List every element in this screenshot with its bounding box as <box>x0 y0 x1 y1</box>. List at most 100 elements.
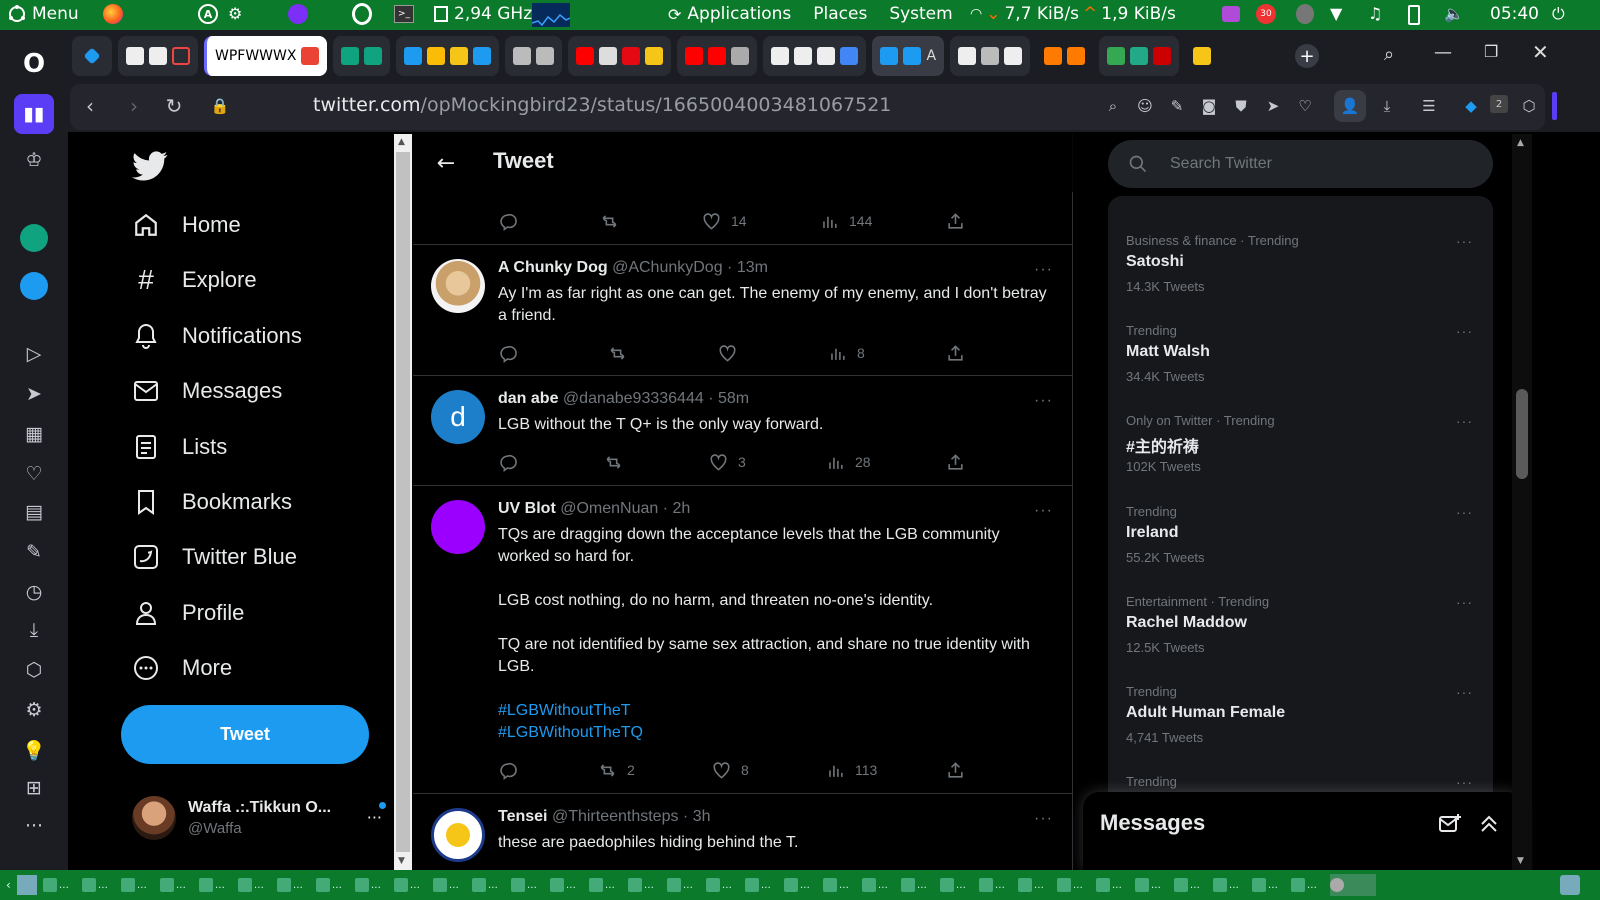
taskbar-window[interactable]: … <box>1134 874 1171 896</box>
shield-icon[interactable]: ⛊ <box>1230 95 1252 117</box>
taskbar-window[interactable]: … <box>588 874 625 896</box>
taskbar-window[interactable]: … <box>783 874 820 896</box>
nav-twitter-blue[interactable]: Twitter Blue <box>132 537 297 577</box>
views-button[interactable]: 144 <box>820 209 872 233</box>
trend-item[interactable]: Entertainment · Trending Rachel Maddow 1… <box>1108 582 1493 672</box>
tweet-author-name[interactable]: Tensei <box>498 808 548 825</box>
like-button[interactable]: 8 <box>712 758 749 782</box>
send-icon[interactable]: ➤ <box>18 378 50 410</box>
settings-icon[interactable]: ⚙ <box>18 694 50 726</box>
player-icon[interactable]: ▷ <box>18 338 50 370</box>
trend-more-icon[interactable]: ··· <box>1456 594 1473 610</box>
page-scrollbar[interactable]: ▲ ▼ <box>1512 134 1532 870</box>
volume-icon[interactable]: 🔈 <box>1444 4 1464 23</box>
menu-button[interactable]: Menu <box>8 4 79 24</box>
taskbar-window[interactable]: … <box>627 874 664 896</box>
taskbar-window[interactable]: … <box>666 874 703 896</box>
trend-more-icon[interactable]: ··· <box>1456 504 1473 520</box>
extensions-badge-icon[interactable]: 2 <box>1490 95 1508 113</box>
download-sidebar-icon[interactable]: ⤓ <box>18 614 50 646</box>
taskbar-window[interactable]: … <box>42 874 79 896</box>
forward-icon[interactable]: › <box>120 92 148 120</box>
send-page-icon[interactable]: ➤ <box>1262 95 1284 117</box>
tweet-time[interactable]: 13m <box>737 259 768 276</box>
retweet-button[interactable] <box>600 209 619 233</box>
trend-more-icon[interactable]: ··· <box>1456 323 1473 339</box>
tweet-author-handle[interactable]: @OmenNuan <box>560 500 658 517</box>
scroll-up-icon[interactable]: ▲ <box>398 137 405 147</box>
wallet-diamond-icon[interactable]: ◆ <box>1460 95 1482 117</box>
hashtag-link[interactable]: #LGBWithoutTheTQ <box>498 722 643 744</box>
tab-group-google[interactable] <box>1099 36 1180 76</box>
notification-bell-icon[interactable]: ♫ <box>1368 4 1382 23</box>
share-button[interactable] <box>946 450 965 474</box>
tab-group-youtube-2[interactable] <box>677 36 758 76</box>
taskbar-window[interactable]: … <box>120 874 157 896</box>
taskbar-window[interactable]: … <box>1173 874 1210 896</box>
more-dots-icon[interactable]: ··· <box>18 810 50 842</box>
nav-messages[interactable]: Messages <box>132 371 282 411</box>
search-input[interactable] <box>1170 152 1470 176</box>
share-button[interactable] <box>946 209 965 233</box>
show-desktop-icon[interactable] <box>16 875 37 895</box>
scroll-down-icon[interactable]: ▼ <box>1517 856 1524 866</box>
scroll-up-icon[interactable]: ▲ <box>1517 138 1524 148</box>
taskbar-window[interactable]: … <box>159 874 196 896</box>
tweet-reply[interactable]: d dan abe @danabe93336444 · 58m ··· LGB … <box>413 375 1073 485</box>
trend-item[interactable]: Business & finance · Trending Satoshi 14… <box>1108 221 1493 311</box>
terminal-icon[interactable]: >_ <box>394 5 414 23</box>
search-page-icon[interactable]: ⌕ <box>1102 95 1124 117</box>
nav-lists[interactable]: Lists <box>132 427 227 467</box>
avatar[interactable] <box>431 808 485 862</box>
left-scrollbar[interactable]: ▲ ▼ <box>394 134 412 870</box>
reply-button[interactable] <box>498 209 517 233</box>
new-message-icon[interactable] <box>1438 812 1462 836</box>
battery-icon[interactable] <box>1408 5 1420 25</box>
twitter-sidebar-icon[interactable] <box>18 270 50 302</box>
history-icon[interactable]: ◷ <box>18 576 50 608</box>
views-button[interactable]: 8 <box>828 341 865 365</box>
trend-more-icon[interactable]: ··· <box>1456 413 1473 429</box>
news-icon[interactable]: ▤ <box>18 496 50 528</box>
scrollbar-thumb[interactable] <box>1516 389 1528 479</box>
new-tab-icon[interactable]: + <box>1295 44 1319 68</box>
tweet-more-icon[interactable]: ··· <box>1034 261 1053 279</box>
account-switcher[interactable]: Waffa .:.Tikkun O... @Waffa ··· <box>132 790 386 846</box>
tab-group-fox[interactable] <box>1036 36 1094 76</box>
taskbar-window[interactable]: … <box>705 874 742 896</box>
tab-group-misc[interactable] <box>505 36 563 76</box>
bookmark-heart-icon[interactable]: ♡ <box>1294 95 1316 117</box>
expand-up-icon[interactable] <box>1477 812 1501 836</box>
profile-icon[interactable]: 👤 <box>1334 90 1366 122</box>
tab-group-chatgpt[interactable] <box>333 36 391 76</box>
nav-explore[interactable]: # Explore <box>132 260 256 300</box>
tweet-time[interactable]: 58m <box>718 390 749 407</box>
camera-icon[interactable]: ◙ <box>1198 95 1220 117</box>
messages-drawer[interactable]: Messages <box>1083 792 1523 870</box>
taskbar-window[interactable]: … <box>276 874 313 896</box>
tab-group-youtube[interactable] <box>568 36 672 76</box>
tab-group-twitter[interactable] <box>396 36 500 76</box>
podcast-app-icon[interactable] <box>288 4 308 24</box>
taskbar-scroll-left-icon[interactable]: ‹ <box>6 878 11 892</box>
taskbar-window[interactable]: … <box>471 874 508 896</box>
like-button[interactable]: 3 <box>709 450 746 474</box>
retweet-button[interactable]: 2 <box>598 758 635 782</box>
tab-group-wikipedia[interactable]: WPFWWWX <box>204 36 328 76</box>
tweet-author-name[interactable]: A Chunky Dog <box>498 259 608 276</box>
system-menu[interactable]: System <box>889 4 952 24</box>
hashtag-link[interactable]: #LGBWithoutTheT <box>498 700 643 722</box>
power-icon[interactable]: ⏻ <box>1552 4 1565 24</box>
retweet-button[interactable] <box>604 450 623 474</box>
reader-icon[interactable]: ▮▮ <box>14 94 54 134</box>
clock[interactable]: 05:40 <box>1490 4 1539 24</box>
tweet-author-handle[interactable]: @Thirteenthsteps <box>552 808 679 825</box>
tab-group-docs-3[interactable] <box>950 36 1031 76</box>
tweet-reply[interactable]: A Chunky Dog @AChunkyDog · 13m ··· Ay I'… <box>413 244 1073 375</box>
trend-more-icon[interactable]: ··· <box>1456 684 1473 700</box>
taskbar-window[interactable]: … <box>549 874 586 896</box>
add-panel-icon[interactable]: ⊞ <box>18 772 50 804</box>
reply-button[interactable] <box>498 341 517 365</box>
heart-sidebar-icon[interactable]: ♡ <box>18 458 50 490</box>
easy-setup-icon[interactable]: ☰ <box>1418 95 1440 117</box>
